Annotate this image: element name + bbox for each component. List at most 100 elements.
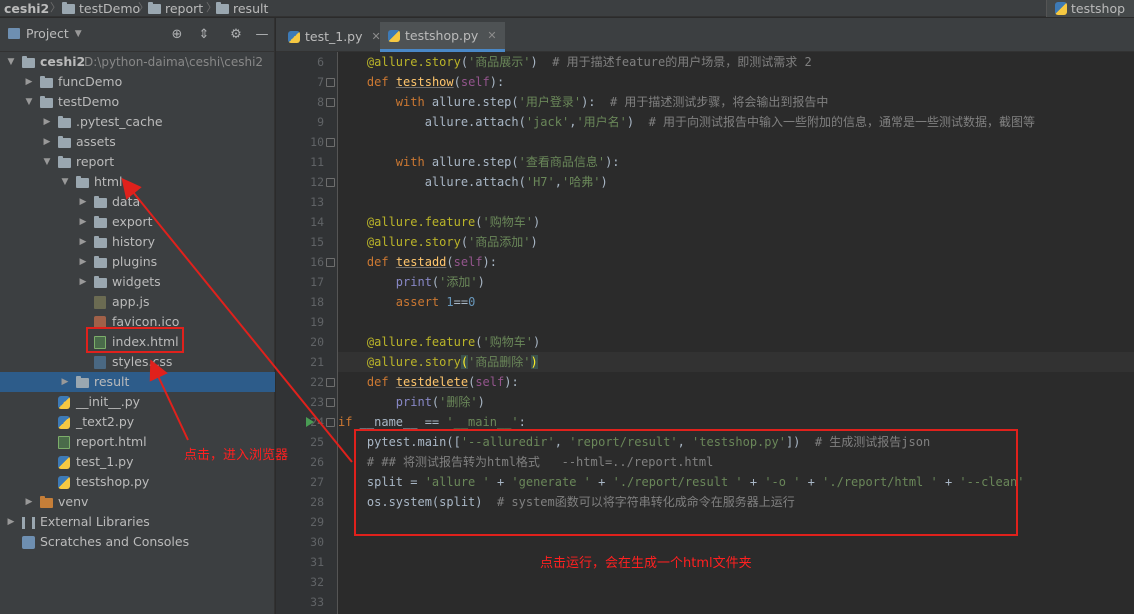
- line-number: 23: [310, 395, 324, 409]
- chevron-right-icon[interactable]: ▶: [78, 232, 88, 252]
- python-icon: [1055, 2, 1067, 15]
- editor-tab-bar: test_1.py ✕ testshop.py ✕: [276, 18, 1134, 52]
- tree-item-label: result: [94, 374, 130, 389]
- hide-icon[interactable]: —: [254, 27, 270, 43]
- chevron-down-icon[interactable]: ▼: [42, 152, 52, 172]
- chevron-right-icon[interactable]: ▶: [78, 272, 88, 292]
- chevron-right-icon[interactable]: ▶: [60, 372, 70, 392]
- tree-item-data[interactable]: ▶ data: [0, 192, 275, 212]
- line-number: 33: [310, 595, 324, 609]
- tree-item-report[interactable]: ▼ report: [0, 152, 275, 172]
- chevron-down-icon[interactable]: ▼: [60, 172, 70, 192]
- tree-item-init-py[interactable]: __init__.py: [0, 392, 275, 412]
- line-number: 6: [317, 55, 324, 69]
- chevron-right-icon[interactable]: ▶: [24, 492, 34, 512]
- tree-item-funcdemo[interactable]: ▶ funcDemo: [0, 72, 275, 92]
- navigation-bar: ceshi2 〉 testDemo 〉 report 〉 result test…: [0, 0, 1134, 17]
- close-icon[interactable]: ✕: [487, 21, 496, 51]
- fold-marker-icon[interactable]: [326, 138, 335, 147]
- folder-icon: [58, 116, 71, 128]
- tree-item-scratches-and-consoles[interactable]: Scratches and Consoles: [0, 532, 275, 552]
- highlight-box-index-html: [86, 327, 184, 353]
- tab-testshop-py[interactable]: testshop.py ✕: [380, 22, 505, 52]
- collapse-all-icon[interactable]: ⇕: [196, 27, 212, 43]
- chevron-right-icon[interactable]: ▶: [24, 72, 34, 92]
- tree-item-pytest-cache[interactable]: ▶ .pytest_cache: [0, 112, 275, 132]
- line-number: 14: [310, 215, 324, 229]
- locate-icon[interactable]: ⊕: [169, 27, 185, 43]
- tree-item-label: testshop.py: [76, 474, 150, 489]
- annotation-open-browser: 点击，进入浏览器: [184, 448, 289, 463]
- line-number: 27: [310, 475, 324, 489]
- tree-item-testshop-py[interactable]: testshop.py: [0, 472, 275, 492]
- breadcrumb-report[interactable]: report: [148, 0, 203, 17]
- line-number: 20: [310, 335, 324, 349]
- code-line: allure.attach('H7','哈弗'): [338, 175, 608, 189]
- line-number: 31: [310, 555, 324, 569]
- tree-item-ceshi2[interactable]: ▼ ceshi2 D:\python-daima\ceshi\ceshi2: [0, 52, 275, 72]
- line-number: 10: [310, 135, 324, 149]
- run-configuration-selector[interactable]: testshop: [1046, 0, 1134, 17]
- line-number: 15: [310, 235, 324, 249]
- chevron-right-icon[interactable]: ▶: [42, 112, 52, 132]
- breadcrumb-testdemo[interactable]: testDemo: [62, 0, 140, 17]
- fold-marker-icon[interactable]: [326, 78, 335, 87]
- python-file-icon: [58, 416, 70, 429]
- project-icon: [8, 28, 20, 39]
- breadcrumb-project[interactable]: ceshi2: [4, 0, 49, 17]
- project-view-selector[interactable]: Project ▼: [8, 26, 82, 41]
- chevron-down-icon[interactable]: ▼: [6, 52, 16, 72]
- chevron-down-icon[interactable]: ▼: [24, 92, 34, 112]
- tree-item-export[interactable]: ▶ export: [0, 212, 275, 232]
- tree-item-label: export: [112, 214, 153, 229]
- chevron-right-icon[interactable]: ▶: [78, 252, 88, 272]
- chevron-right-icon[interactable]: ▶: [42, 132, 52, 152]
- line-number: 8: [317, 95, 324, 109]
- folder-icon: [148, 1, 161, 14]
- tree-item-text2-py[interactable]: _text2.py: [0, 412, 275, 432]
- tree-item-widgets[interactable]: ▶ widgets: [0, 272, 275, 292]
- tree-item-testdemo[interactable]: ▼ testDemo: [0, 92, 275, 112]
- breadcrumb-result[interactable]: result: [216, 0, 268, 17]
- folder-icon: [94, 236, 107, 248]
- tree-item-app-js[interactable]: app.js: [0, 292, 275, 312]
- code-line: @allure.story('商品展示') # 用于描述feature的用户场景…: [366, 55, 812, 69]
- line-number-gutter: 6 7 8 9 10 11 12 13 14 15 16 17 18 19 20 21 22 23 24 25 26 27…: [276, 52, 338, 614]
- fold-marker-icon[interactable]: [326, 378, 335, 387]
- fold-marker-icon[interactable]: [326, 178, 335, 187]
- tree-item-history[interactable]: ▶ history: [0, 232, 275, 252]
- tree-item-label: plugins: [112, 254, 158, 269]
- chevron-right-icon[interactable]: ▶: [6, 512, 16, 532]
- tree-item-label: ceshi2: [40, 54, 86, 69]
- tree-item-html[interactable]: ▼ html: [0, 172, 275, 192]
- tree-item-label: venv: [58, 494, 89, 509]
- code-line: @allure.feature('购物车'): [366, 335, 541, 349]
- tree-item-result[interactable]: ▶ result: [0, 372, 275, 392]
- fold-marker-icon[interactable]: [326, 398, 335, 407]
- tree-item-label: styles.css: [112, 354, 173, 369]
- tree-item-plugins[interactable]: ▶ plugins: [0, 252, 275, 272]
- run-gutter-icon[interactable]: [306, 417, 314, 427]
- highlight-box-main-block: [354, 429, 1018, 536]
- tab-test-1-py[interactable]: test_1.py ✕: [280, 22, 389, 52]
- chevron-right-icon[interactable]: ▶: [78, 212, 88, 232]
- fold-marker-icon[interactable]: [326, 258, 335, 267]
- tree-item-external-libraries[interactable]: ▶ External Libraries: [0, 512, 275, 532]
- code-line: with allure.step('查看商品信息'):: [395, 155, 620, 169]
- fold-marker-icon[interactable]: [326, 418, 335, 427]
- chevron-right-icon[interactable]: ▶: [78, 192, 88, 212]
- tree-item-assets[interactable]: ▶ assets: [0, 132, 275, 152]
- fold-marker-icon[interactable]: [326, 98, 335, 107]
- code-line: def testshow(self):: [366, 75, 505, 89]
- tree-item-label: test_1.py: [76, 454, 134, 469]
- folder-icon: [40, 76, 53, 88]
- folder-icon: [40, 96, 53, 108]
- tree-item-styles-css[interactable]: styles.css: [0, 352, 275, 372]
- tree-item-label: Scratches and Consoles: [40, 534, 190, 549]
- code-line: allure.attach('jack','用户名') # 用于向测试报告中输入…: [338, 115, 1036, 129]
- project-panel-header: Project ▼ ⊕ ⇕ ⚙ —: [0, 18, 275, 52]
- chevron-down-icon: ▼: [74, 28, 82, 39]
- gear-icon[interactable]: ⚙: [228, 27, 244, 43]
- folder-icon: [76, 176, 89, 188]
- tree-item-venv[interactable]: ▶ venv: [0, 492, 275, 512]
